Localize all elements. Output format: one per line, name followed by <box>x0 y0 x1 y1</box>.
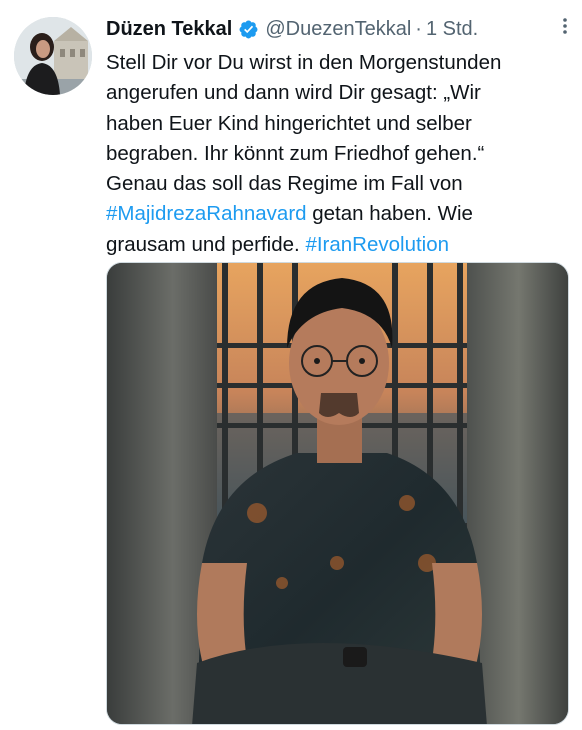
tweet-text: Stell Dir vor Du wirst in den Morgenstun… <box>106 48 570 260</box>
avatar-image <box>14 17 92 95</box>
more-options-icon[interactable] <box>555 15 575 39</box>
tweet-text-line: angerufen und dann wird Dir gesagt: „Wir <box>106 81 481 105</box>
author-name[interactable]: Düzen Tekkal <box>106 18 232 41</box>
separator-dot: · <box>415 17 422 40</box>
hashtag-link[interactable]: #MajidrezaRahnavard <box>106 202 307 225</box>
hashtag-link[interactable]: #IranRevolution <box>305 233 449 256</box>
verified-badge-icon <box>238 19 259 40</box>
photo-illustration <box>107 263 568 724</box>
tweet-card[interactable]: Düzen Tekkal @DuezenTekkal · 1 Std. Stel… <box>0 0 582 730</box>
author-handle[interactable]: @DuezenTekkal <box>265 18 411 41</box>
tweet-media-image[interactable] <box>106 262 569 725</box>
timestamp[interactable]: 1 Std. <box>426 18 478 41</box>
tweet-text-fragment: getan haben. Wie <box>306 202 473 226</box>
tweet-text-fragment: grausam und perfide. <box>106 232 306 256</box>
tweet-text-line: haben Euer Kind hingerichtet und selber <box>106 111 472 135</box>
tweet-text-line: #MajidrezaRahnavard getan haben. Wie <box>106 199 570 229</box>
tweet-text-line: begraben. Ihr könnt zum Friedhof gehen.“ <box>106 141 485 165</box>
tweet-header: Düzen Tekkal @DuezenTekkal · 1 Std. <box>106 15 478 43</box>
tweet-text-line: Genau das soll das Regime im Fall von <box>106 172 463 196</box>
avatar[interactable] <box>14 17 92 95</box>
tweet-text-line: grausam und perfide. #IranRevolution <box>106 230 570 260</box>
tweet-text-line: Stell Dir vor Du wirst in den Morgenstun… <box>106 51 502 74</box>
